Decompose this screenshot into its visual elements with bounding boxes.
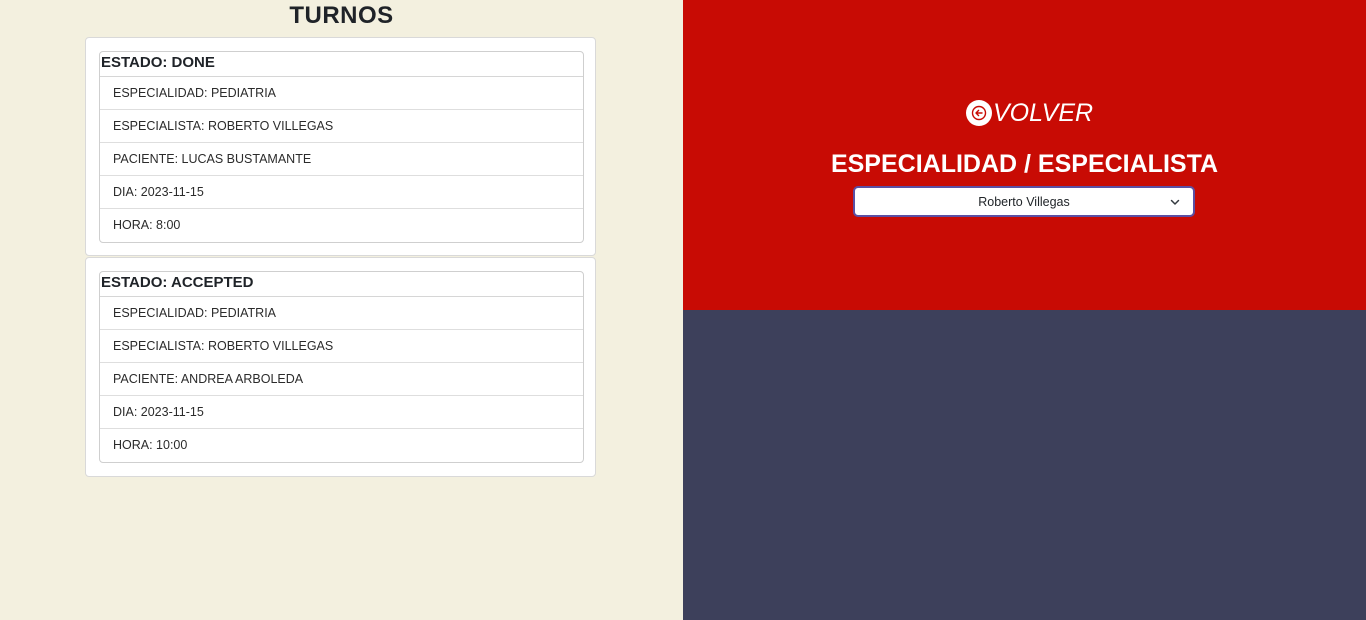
appointment-card: ESTADO: DONE ESPECIALIDAD: PEDIATRIA ESP… [85,37,596,256]
appointment-patient: PACIENTE: LUCAS BUSTAMANTE [100,143,583,176]
specialist-select[interactable]: Roberto Villegas [853,186,1195,217]
select-value: Roberto Villegas [978,194,1070,209]
appointment-specialty: ESPECIALIDAD: PEDIATRIA [100,297,583,330]
appointment-day: DIA: 2023-11-15 [100,396,583,429]
appointment-specialist: ESPECIALISTA: ROBERTO VILLEGAS [100,330,583,363]
back-button[interactable]: VOLVER [966,97,1093,129]
page-title: TURNOS [289,2,394,29]
appointment-list: ESTADO: DONE ESPECIALIDAD: PEDIATRIA ESP… [99,51,584,243]
appointment-time: HORA: 10:00 [113,438,188,452]
appointment-day: DIA: 2023-11-15 [100,176,583,209]
arrow-left-circle-icon [966,100,992,126]
appointment-specialist: ESPECIALISTA: ROBERTO VILLEGAS [100,110,583,143]
back-label: VOLVER [993,98,1094,127]
section-title: ESPECIALIDAD / ESPECIALISTA [830,150,1219,178]
appointment-status: ESTADO: DONE [100,52,583,77]
appointment-specialty: ESPECIALIDAD: PEDIATRIA [100,77,583,110]
appointment-time: HORA: 8:00 [113,218,181,232]
appointments-panel: TURNOS ESTADO: DONE ESPECIALIDAD: PEDIAT… [0,0,683,620]
chevron-down-icon [1169,196,1181,211]
appointment-patient: PACIENTE: ANDREA ARBOLEDA [100,363,583,396]
bottom-panel [683,310,1366,620]
appointment-card: ESTADO: ACCEPTED ESPECIALIDAD: PEDIATRIA… [85,257,596,477]
appointment-status: ESTADO: ACCEPTED [100,272,583,297]
appointment-list: ESTADO: ACCEPTED ESPECIALIDAD: PEDIATRIA… [99,271,584,463]
